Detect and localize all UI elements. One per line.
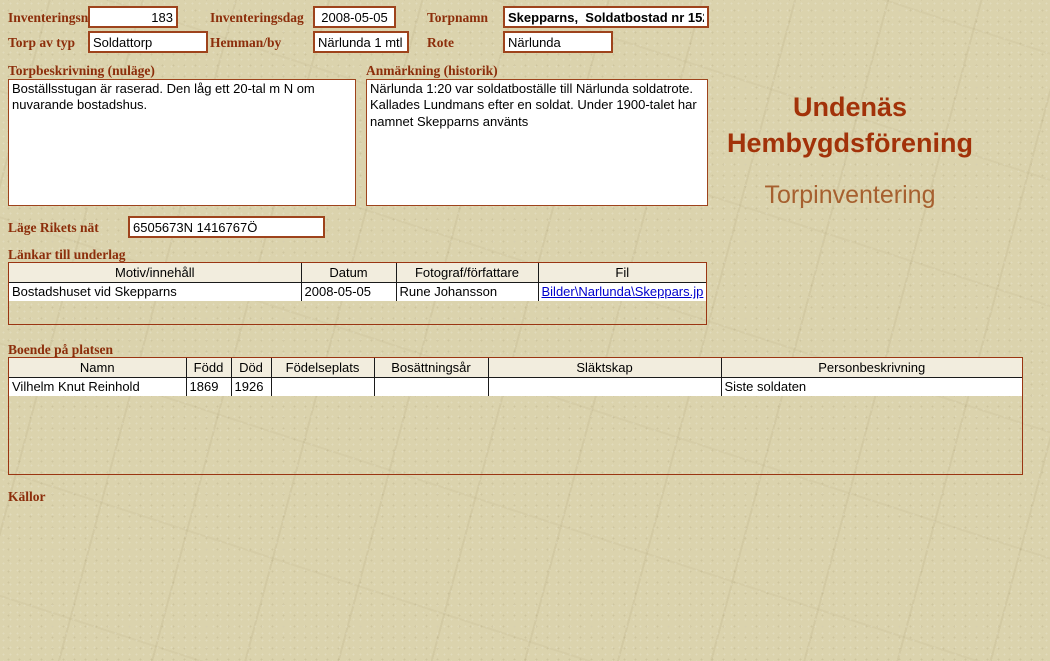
links-cell-datum: 2008-05-05	[301, 282, 396, 301]
boende-cell-bosattningsar	[374, 377, 488, 396]
links-cell-motiv: Bostadshuset vid Skepparns	[9, 282, 301, 301]
boende-cell-fodelseplats	[271, 377, 374, 396]
lage-rikets-nat-label: Läge Rikets nät	[8, 220, 99, 236]
rote-input[interactable]	[503, 31, 613, 53]
torpnamn-label: Torpnamn	[427, 10, 488, 26]
torp-av-typ-label: Torp av typ	[8, 35, 75, 51]
inventeringsnr-input[interactable]	[88, 6, 178, 28]
inventeringsdag-label: Inventeringsdag	[210, 10, 304, 26]
boende-table-header-row: Namn Född Död Födelseplats Bosättningsår…	[9, 358, 1022, 377]
hemman-by-input[interactable]	[313, 31, 409, 53]
boende-table-row: Vilhelm Knut Reinhold 1869 1926 Siste so…	[9, 377, 1022, 396]
boende-cell-namn: Vilhelm Knut Reinhold	[9, 377, 186, 396]
boende-pa-platsen-label: Boende på platsen	[8, 342, 113, 358]
boende-col-namn: Namn	[9, 358, 186, 377]
boende-col-bosattningsar: Bosättningsår	[374, 358, 488, 377]
boende-col-fodelseplats: Födelseplats	[271, 358, 374, 377]
torpinventering-form: Inventeringsnr Inventeringsdag Torpnamn …	[0, 0, 1050, 661]
anmarkning-textarea[interactable]: Närlunda 1:20 var soldatboställe till Nä…	[366, 79, 708, 206]
inventeringsnr-label: Inventeringsnr	[8, 10, 94, 26]
links-cell-fil: Bilder\Narlunda\Skeppars.jp	[538, 282, 706, 301]
anmarkning-label: Anmärkning (historik)	[366, 63, 498, 79]
organization-title: Undenäs Hembygdsförening	[700, 90, 1000, 161]
boende-col-personbeskrivning: Personbeskrivning	[721, 358, 1022, 377]
file-link[interactable]: Bilder\Narlunda\Skeppars.jp	[542, 284, 704, 299]
links-col-fotograf: Fotograf/författare	[396, 263, 538, 282]
boende-col-dod: Död	[231, 358, 271, 377]
lankar-till-underlag-label: Länkar till underlag	[8, 247, 126, 263]
links-col-motiv: Motiv/innehåll	[9, 263, 301, 282]
form-subtitle: Torpinventering	[700, 181, 1000, 210]
links-table: Motiv/innehåll Datum Fotograf/författare…	[8, 262, 707, 325]
torpbeskrivning-textarea[interactable]: Boställsstugan är raserad. Den låg ett 2…	[8, 79, 356, 206]
torpbeskrivning-label: Torpbeskrivning (nuläge)	[8, 63, 155, 79]
links-col-datum: Datum	[301, 263, 396, 282]
links-table-header-row: Motiv/innehåll Datum Fotograf/författare…	[9, 263, 706, 282]
boende-col-slaktskap: Släktskap	[488, 358, 721, 377]
torp-av-typ-input[interactable]	[88, 31, 208, 53]
organization-name: Undenäs Hembygdsförening	[700, 90, 1000, 161]
boende-table: Namn Född Död Födelseplats Bosättningsår…	[8, 357, 1023, 475]
boende-cell-fodd: 1869	[186, 377, 231, 396]
links-table-row: Bostadshuset vid Skepparns 2008-05-05 Ru…	[9, 282, 706, 301]
hemman-by-label: Hemman/by	[210, 35, 281, 51]
boende-cell-dod: 1926	[231, 377, 271, 396]
rote-label: Rote	[427, 35, 454, 51]
boende-cell-personbeskrivning: Siste soldaten	[721, 377, 1022, 396]
links-cell-fotograf: Rune Johansson	[396, 282, 538, 301]
lage-rikets-nat-input[interactable]	[128, 216, 325, 238]
links-col-fil: Fil	[538, 263, 706, 282]
kallor-label: Källor	[8, 489, 46, 505]
boende-col-fodd: Född	[186, 358, 231, 377]
torpnamn-input[interactable]	[503, 6, 709, 28]
inventeringsdag-input[interactable]	[313, 6, 396, 28]
boende-cell-slaktskap	[488, 377, 721, 396]
